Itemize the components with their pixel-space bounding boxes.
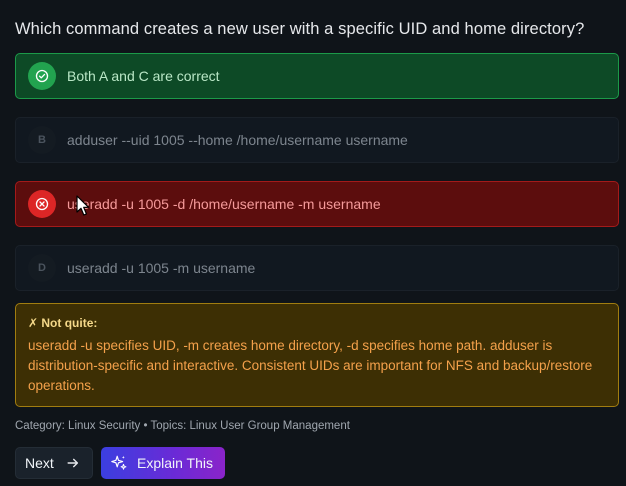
option-letter-badge: B <box>28 126 56 154</box>
next-button[interactable]: Next <box>15 447 93 479</box>
option-b[interactable]: B adduser --uid 1005 --home /home/userna… <box>15 117 619 163</box>
check-circle-icon <box>28 62 56 90</box>
option-c[interactable]: useradd -u 1005 -d /home/username -m use… <box>15 181 619 227</box>
option-letter-badge: D <box>28 254 56 282</box>
option-label: useradd -u 1005 -m username <box>67 260 256 276</box>
feedback-panel: ✗ Not quite: useradd -u specifies UID, -… <box>15 303 619 407</box>
feedback-title: ✗ Not quite: <box>28 316 98 330</box>
option-label: adduser --uid 1005 --home /home/username… <box>67 132 408 148</box>
next-button-label: Next <box>25 455 54 471</box>
arrow-right-icon <box>66 456 80 470</box>
explain-button[interactable]: Explain This <box>101 447 225 479</box>
option-d[interactable]: D useradd -u 1005 -m username <box>15 245 619 291</box>
explain-button-label: Explain This <box>137 455 214 471</box>
sparkles-icon <box>110 454 128 472</box>
question-text: Which command creates a new user with a … <box>15 20 585 38</box>
option-label: useradd -u 1005 -d /home/username -m use… <box>67 196 381 212</box>
category-topics: Category: Linux Security • Topics: Linux… <box>15 420 350 432</box>
option-a[interactable]: Both A and C are correct <box>15 53 619 99</box>
x-circle-icon <box>28 190 56 218</box>
option-label: Both A and C are correct <box>67 68 220 84</box>
feedback-explanation: useradd -u specifies UID, -m creates hom… <box>28 338 593 393</box>
mouse-cursor-icon <box>76 195 90 222</box>
